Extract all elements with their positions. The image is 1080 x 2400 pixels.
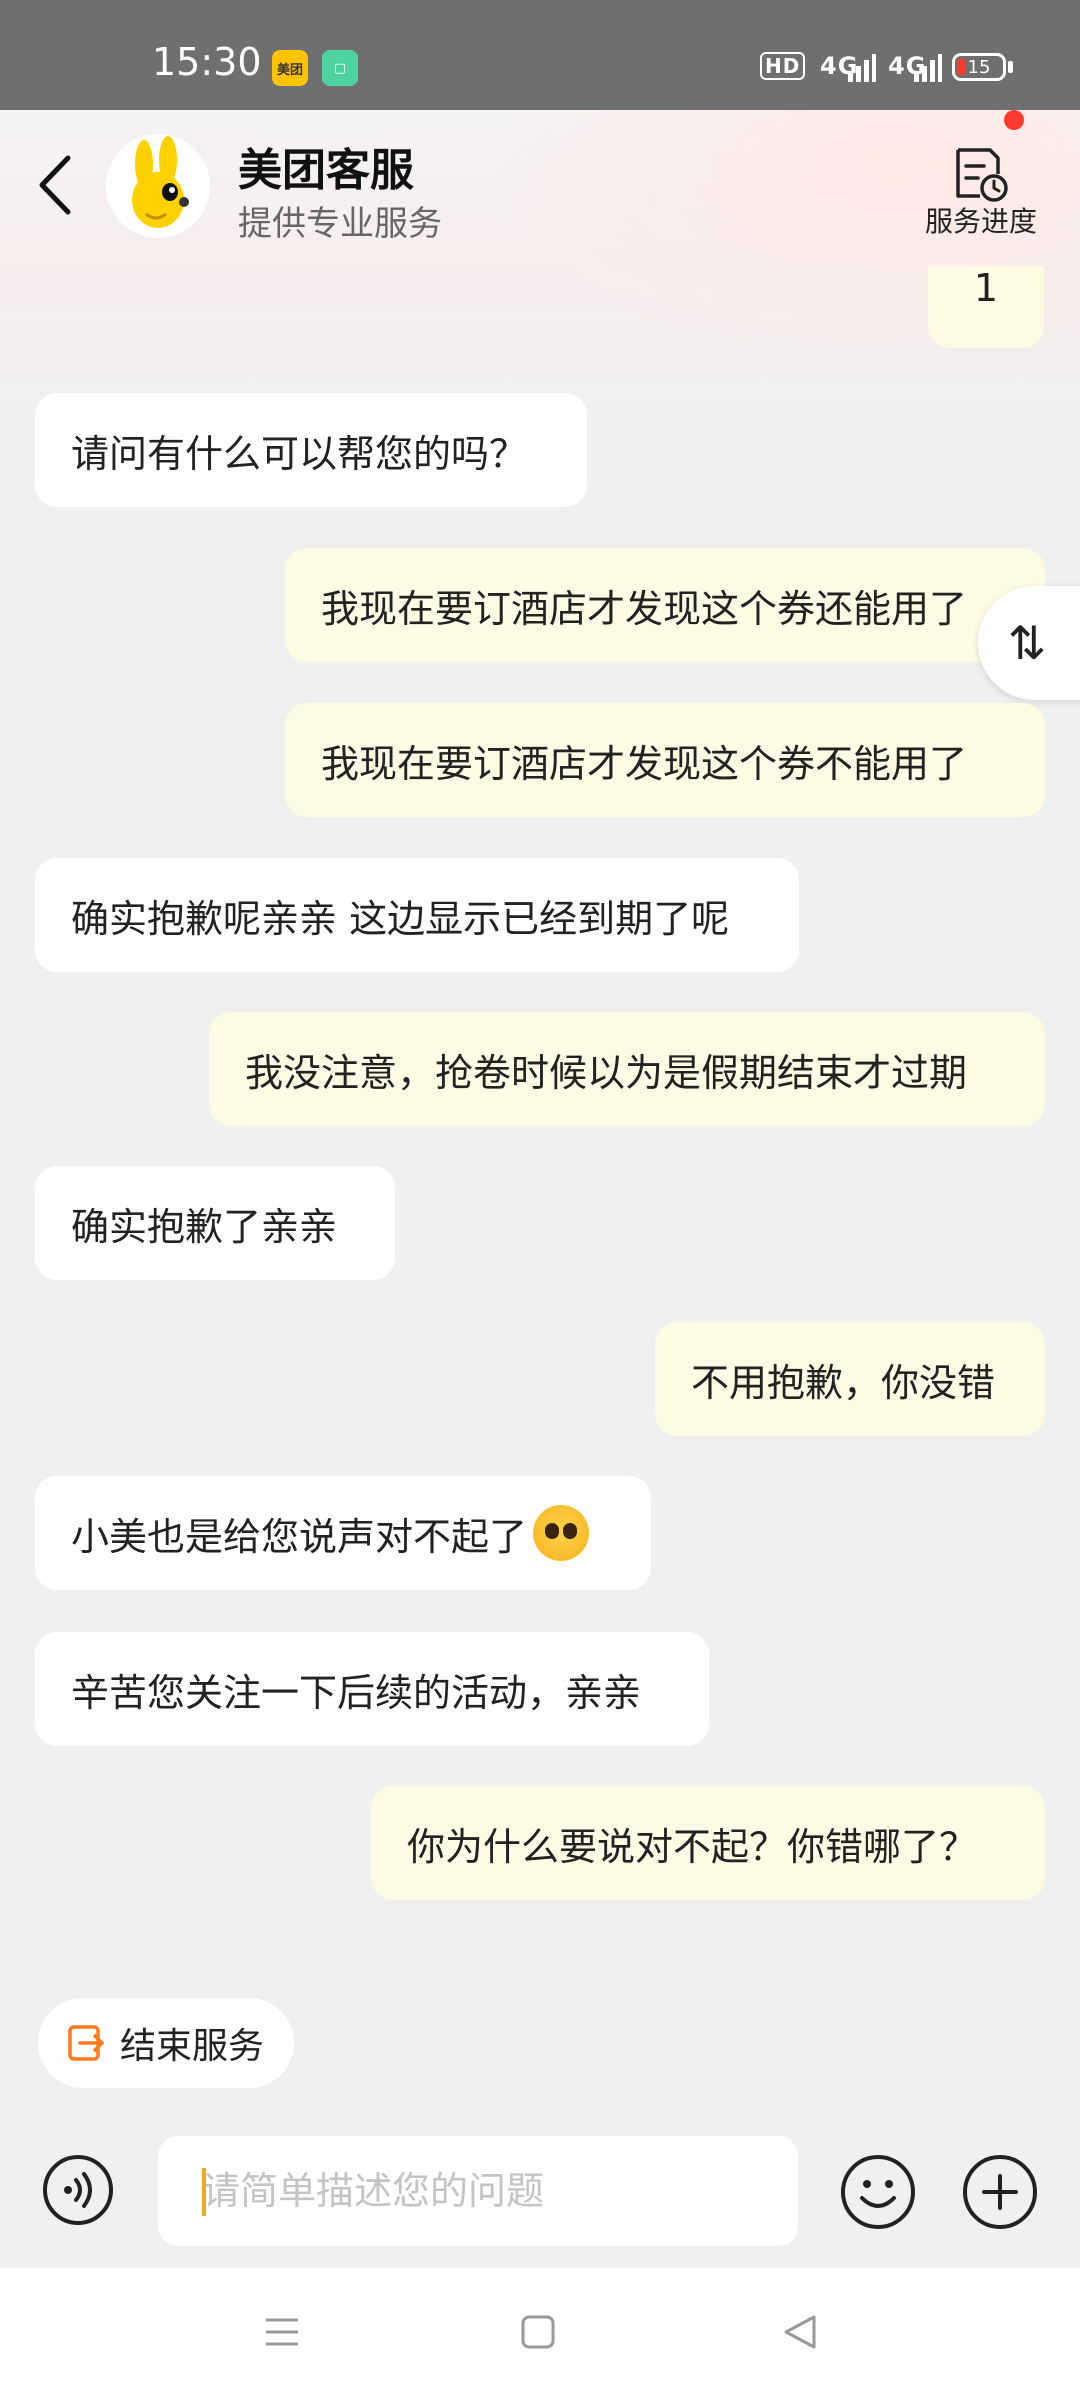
- message-text: 小美也是给您说声对不起了: [71, 1514, 528, 1559]
- message-input[interactable]: [158, 2136, 798, 2246]
- voice-input-icon[interactable]: [42, 2154, 114, 2226]
- hd-indicator: HD: [760, 52, 806, 80]
- message-text: 我没注意，抢卷时候以为是假期结束才过期: [245, 1050, 968, 1095]
- message-text: 你为什么要说对不起？你错哪了？: [407, 1824, 978, 1869]
- battery-icon: 15: [952, 53, 1006, 81]
- notification-dot: [1004, 110, 1024, 130]
- message-text: 辛苦您关注一下后续的活动，亲亲: [71, 1670, 642, 1715]
- page-title: 美团客服: [238, 145, 414, 196]
- battery-tip: [1008, 61, 1013, 73]
- user-message-7: 不用抱歉，你没错: [655, 1322, 1045, 1436]
- swap-arrows-icon: ⇅: [1007, 616, 1047, 670]
- user-message-10: 你为什么要说对不起？你错哪了？: [371, 1786, 1045, 1900]
- agent-message-4: 确实抱歉呢亲亲 这边显示已经到期了呢: [35, 858, 799, 972]
- recent-apps-icon[interactable]: [262, 2312, 302, 2352]
- avatar[interactable]: [106, 134, 210, 238]
- status-time: 15:30: [152, 40, 262, 84]
- pleading-face-emoji-icon: [533, 1505, 590, 1561]
- text-caret: [202, 2168, 206, 2216]
- exit-icon: [68, 2025, 104, 2061]
- add-attachment-icon[interactable]: [962, 2154, 1038, 2230]
- swap-order-button[interactable]: ⇅: [978, 586, 1080, 700]
- agent-message-8: 小美也是给您说声对不起了: [35, 1476, 651, 1590]
- message-text: 请问有什么可以帮您的吗？: [71, 431, 528, 476]
- home-icon[interactable]: [520, 2314, 556, 2350]
- agent-message-9: 辛苦您关注一下后续的活动，亲亲: [35, 1632, 709, 1746]
- partial-message-bubble: 1: [928, 266, 1044, 348]
- chat-app-icon: ▢: [322, 50, 358, 86]
- message-text: 确实抱歉呢亲亲 这边显示已经到期了呢: [71, 896, 730, 941]
- message-text: 我现在要订酒店才发现这个券不能用了: [321, 741, 968, 786]
- meituan-app-icon: 美团: [272, 50, 308, 86]
- signal-1-icon: [848, 54, 876, 82]
- message-text: 我现在要订酒店才发现这个券还能用了: [321, 586, 968, 631]
- message-text: 不用抱歉，你没错: [691, 1360, 996, 1405]
- agent-message-1: 请问有什么可以帮您的吗？: [35, 393, 587, 507]
- signal-2-icon: [914, 54, 942, 82]
- service-progress-label: 服务进度: [924, 205, 1037, 238]
- back-triangle-icon[interactable]: [780, 2312, 820, 2352]
- document-clock-icon: [956, 148, 1008, 202]
- message-text: 确实抱歉了亲亲: [71, 1204, 338, 1249]
- status-bar: 15:30 美团 ▢ HD 4G 4G 15: [0, 0, 1080, 110]
- emoji-icon[interactable]: [840, 2154, 916, 2230]
- page-subtitle: 提供专业服务: [238, 204, 442, 244]
- end-service-label: 结束服务: [120, 2026, 265, 2067]
- user-message-2: 我现在要订酒店才发现这个券还能用了: [285, 548, 1045, 662]
- user-message-5: 我没注意，抢卷时候以为是假期结束才过期: [209, 1012, 1045, 1126]
- user-message-3: 我现在要订酒店才发现这个券不能用了: [285, 703, 1045, 817]
- agent-message-6: 确实抱歉了亲亲: [35, 1166, 395, 1280]
- back-arrow-icon[interactable]: [32, 150, 88, 220]
- battery-level: 15: [967, 56, 991, 78]
- partial-message-text: 1: [973, 266, 999, 310]
- kangaroo-mascot-icon: [132, 136, 189, 228]
- service-progress-button[interactable]: 服务进度: [916, 138, 1046, 248]
- end-service-button[interactable]: 结束服务: [38, 1998, 294, 2088]
